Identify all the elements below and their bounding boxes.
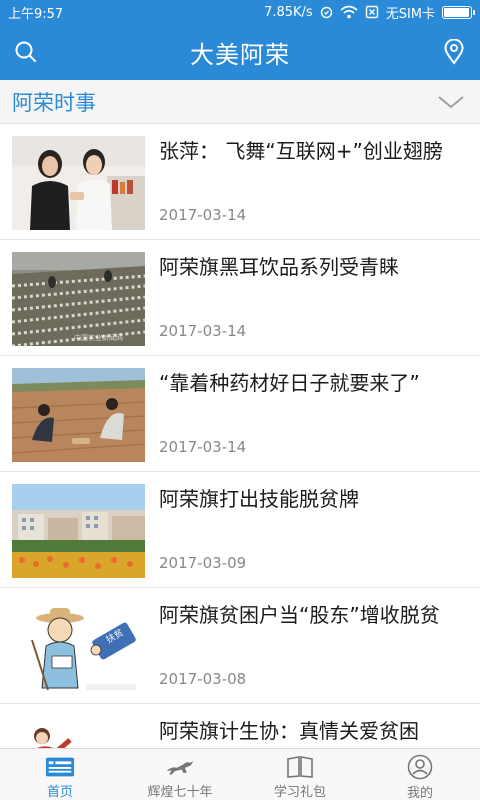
news-text: 阿荣旗打出技能脱贫牌 2017-03-09 — [145, 484, 480, 587]
news-title: 阿荣旗计生协：真情关爱贫困 — [159, 719, 419, 743]
nav-study-pack[interactable]: 学习礼包 — [240, 749, 360, 800]
search-icon — [15, 41, 37, 63]
location-pin-icon — [444, 39, 464, 65]
app-screen: 上午9:57 7.85K/s 无SIM卡 大美阿荣 阿荣时事 张萍： 飞舞“互联… — [0, 0, 480, 800]
nav-seventy-years[interactable]: 辉煌七十年 — [120, 749, 240, 800]
news-text: 张萍： 飞舞“互联网+”创业翅膀 2017-03-14 — [145, 136, 480, 239]
news-title: 阿荣旗黑耳饮品系列受青睐 — [159, 255, 399, 279]
status-bar: 上午9:57 7.85K/s 无SIM卡 — [0, 0, 480, 24]
nav-label: 学习礼包 — [273, 785, 326, 800]
news-text: 阿荣旗计生协：真情关爱贫困 — [145, 716, 480, 748]
thumbnail-watermark: 中国农业新闻网 — [74, 333, 123, 342]
section-title: 阿荣时事 — [12, 90, 96, 115]
news-item[interactable]: 张萍： 飞舞“互联网+”创业翅膀 2017-03-14 — [0, 124, 480, 240]
location-button[interactable] — [440, 38, 468, 66]
news-text: 阿荣旗黑耳饮品系列受青睐 2017-03-14 — [145, 252, 480, 355]
news-text: “靠着种药材好日子就要来了” 2017-03-14 — [145, 368, 480, 471]
battery-icon — [442, 5, 475, 19]
status-time: 上午9:57 — [8, 6, 64, 22]
news-date: 2017-03-08 — [159, 670, 247, 688]
news-thumbnail: 扶贫 — [12, 600, 145, 694]
app-header: 大美阿荣 — [0, 24, 480, 80]
no-sim-icon — [365, 5, 379, 19]
home-icon — [45, 757, 75, 776]
section-toggle-button[interactable] — [436, 92, 466, 112]
nav-label: 我的 — [406, 786, 433, 800]
horse-icon — [166, 760, 194, 774]
news-title: 张萍： 飞舞“互联网+”创业翅膀 — [159, 139, 443, 163]
news-thumbnail — [12, 716, 145, 748]
user-icon — [407, 754, 433, 780]
search-button[interactable] — [12, 38, 40, 66]
section-header: 阿荣时事 — [0, 80, 480, 124]
page-title: 大美阿荣 — [190, 40, 290, 69]
news-date: 2017-03-14 — [159, 206, 247, 224]
data-saver-icon — [320, 6, 333, 19]
chevron-down-icon — [438, 95, 464, 108]
news-thumbnail — [12, 368, 145, 462]
nav-home[interactable]: 首页 — [0, 749, 120, 800]
battery-fill — [444, 7, 469, 17]
news-item[interactable]: “靠着种药材好日子就要来了” 2017-03-14 — [0, 356, 480, 472]
news-thumbnail: 中国农业新闻网 — [12, 252, 145, 346]
news-item[interactable]: 阿荣旗打出技能脱贫牌 2017-03-09 — [0, 472, 480, 588]
wifi-icon — [340, 5, 358, 19]
book-icon — [287, 755, 313, 778]
sim-status: 无SIM卡 — [385, 6, 435, 22]
nav-label: 首页 — [46, 785, 73, 800]
news-title: “靠着种药材好日子就要来了” — [159, 371, 420, 395]
news-thumbnail — [12, 484, 145, 578]
news-text: 阿荣旗贫困户当“股东”增收脱贫 2017-03-08 — [145, 600, 480, 703]
network-speed: 7.85K/s — [264, 4, 313, 20]
news-title: 阿荣旗打出技能脱贫牌 — [159, 487, 359, 511]
news-thumbnail — [12, 136, 145, 230]
nav-label: 辉煌七十年 — [147, 785, 213, 800]
nav-mine[interactable]: 我的 — [360, 749, 480, 800]
status-indicators: 7.85K/s 无SIM卡 — [264, 3, 475, 22]
news-list[interactable]: 张萍： 飞舞“互联网+”创业翅膀 2017-03-14 中国农业新闻网 阿荣旗黑… — [0, 124, 480, 748]
news-title: 阿荣旗贫困户当“股东”增收脱贫 — [159, 603, 440, 627]
news-date: 2017-03-09 — [159, 554, 247, 572]
news-date: 2017-03-14 — [159, 322, 247, 340]
news-item[interactable]: 中国农业新闻网 阿荣旗黑耳饮品系列受青睐 2017-03-14 — [0, 240, 480, 356]
bottom-nav: 首页 辉煌七十年 学习礼包 我的 — [0, 748, 480, 800]
news-date: 2017-03-14 — [159, 438, 247, 456]
news-item[interactable]: 阿荣旗计生协：真情关爱贫困 — [0, 704, 480, 748]
news-item[interactable]: 扶贫 阿荣旗贫困户当“股东”增收脱贫 2017-03-08 — [0, 588, 480, 704]
